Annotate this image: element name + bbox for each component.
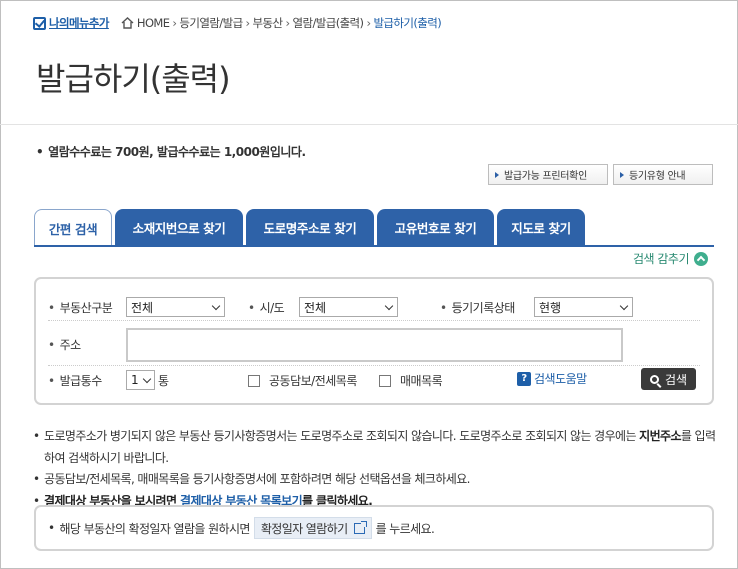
question-icon: ? [517,371,531,386]
checkbox-box [248,374,260,387]
copies-label: 발급통수 [48,372,103,389]
property-type-value: 전체 [131,300,154,315]
note-text: 도로명주소가 병기되지 않은 부동산 등기사항증명서는 도로명주소로 조회되지 … [44,429,640,443]
chevron-down-icon [211,301,221,311]
breadcrumb-separator: › [245,16,251,30]
breadcrumb-current: 발급하기(출력) [373,16,442,30]
breadcrumb-registry[interactable]: 등기열람/발급 [179,15,243,31]
external-link-icon [353,520,367,534]
hide-search-label: 검색 감추기 [633,252,690,266]
printer-check-label: 발급가능 프린터확인 [504,171,587,182]
sale-list-checkbox[interactable]: 매매목록 [379,372,443,389]
fixed-date-text: 해당 부동산의 확정일자 열람을 원하시면 [59,521,250,536]
tab-underline [34,245,714,247]
arrow-right-icon [495,171,499,178]
chevron-down-icon [142,374,152,384]
search-tabs: 간편 검색 소재지번으로 찾기 도로명주소로 찾기 고유번호로 찾기 지도로 찾… [34,209,588,247]
tab-label: 소재지번으로 찾기 [132,221,226,236]
tab-unique-number[interactable]: 고유번호로 찾기 [377,209,494,246]
sale-list-label: 매매목록 [400,374,443,388]
registry-type-guide-button[interactable]: 등기유형 안내 [613,164,713,185]
chevron-down-icon [384,301,394,311]
record-status-select[interactable]: 현행 [534,297,633,317]
record-status-value: 현행 [539,300,562,315]
action-buttons: 발급가능 프린터확인 등기유형 안내 [488,164,713,185]
breadcrumb-view-issue[interactable]: 열람/발급(출력) [293,15,365,31]
copies-value: 1 [131,373,139,387]
joint-collateral-label: 공동담보/전세목록 [269,374,357,388]
search-help-label: 검색도움말 [534,372,587,386]
fixed-date-text-end: 를 누르세요. [375,521,435,536]
notes: 도로명주소가 병기되지 않은 부동산 등기사항증명서는 도로명주소로 조회되지 … [33,426,717,512]
tab-label: 간편 검색 [48,222,98,237]
province-label: 시/도 [248,299,285,316]
note-emphasis: 지번주소 [639,429,681,443]
fixed-date-button-label: 확정일자 열람하기 [260,521,348,536]
chevron-down-icon [619,301,629,311]
note-options: 공동담보/전세목록, 매매목록을 등기사항증명서에 포함하려면 해당 선택옵션을… [33,469,717,491]
breadcrumb-separator: › [285,16,291,30]
search-panel: 부동산구분 전체 시/도 전체 등기기록상태 현행 주소 발급통수 1 통 공동… [34,277,714,405]
title-divider [0,124,738,125]
fixed-date-notice: • 해당 부동산의 확정일자 열람을 원하시면 확정일자 열람하기 를 누르세요… [34,505,714,551]
search-help-button[interactable]: ? 검색도움말 [517,370,587,387]
breadcrumb: HOME › 등기열람/발급 › 부동산 › 열람/발급(출력) › 발급하기(… [121,15,442,31]
search-button[interactable]: 검색 [641,368,696,390]
page-title: 발급하기(출력) [36,60,231,98]
tab-label: 지도로 찾기 [511,221,571,236]
copies-unit: 통 [158,374,170,388]
checkbox-icon [33,16,46,30]
tab-label: 도로명주소로 찾기 [263,221,357,236]
address-label: 주소 [48,336,82,353]
registry-type-guide-label: 등기유형 안내 [629,171,686,182]
breadcrumb-home[interactable]: HOME [137,16,170,30]
search-button-label: 검색 [664,372,688,387]
fixed-date-view-button[interactable]: 확정일자 열람하기 [253,517,372,539]
breadcrumb-separator: › [172,16,177,30]
top-nav: 나의메뉴추가 HOME › 등기열람/발급 › 부동산 › 열람/발급(출력) … [33,14,442,32]
tab-map[interactable]: 지도로 찾기 [497,209,585,246]
chevron-up-icon [694,251,709,266]
search-icon [649,374,659,384]
breadcrumb-real-estate[interactable]: 부동산 [253,15,284,31]
tab-simple-search[interactable]: 간편 검색 [34,209,112,247]
my-menu-add-link[interactable]: 나의메뉴추가 [33,15,109,31]
record-status-label: 등기기록상태 [440,299,516,316]
bullet: • [48,521,55,535]
search-row-address: 주소 [48,324,700,366]
province-select[interactable]: 전체 [299,297,398,317]
copies-select[interactable]: 1 [126,370,155,390]
search-row-filters: 부동산구분 전체 시/도 전체 등기기록상태 현행 [48,295,700,321]
arrow-right-icon [620,171,624,178]
home-icon [121,17,134,29]
printer-check-button[interactable]: 발급가능 프린터확인 [488,164,608,185]
tab-lot-number[interactable]: 소재지번으로 찾기 [115,209,243,246]
tab-road-address[interactable]: 도로명주소로 찾기 [246,209,374,246]
tab-label: 고유번호로 찾기 [394,221,477,236]
breadcrumb-separator: › [366,16,371,30]
checkbox-box [379,374,391,387]
property-type-select[interactable]: 전체 [126,297,225,317]
note-road-address: 도로명주소가 병기되지 않은 부동산 등기사항증명서는 도로명주소로 조회되지 … [33,426,717,469]
my-menu-label: 나의메뉴추가 [49,16,109,30]
joint-collateral-checkbox[interactable]: 공동담보/전세목록 [248,372,357,389]
search-row-options: 발급통수 1 통 공동담보/전세목록 매매목록 ? 검색도움말 검색 [48,367,700,397]
hide-search-toggle[interactable]: 검색 감추기 [633,250,709,267]
address-input[interactable] [126,328,623,362]
province-value: 전체 [304,300,327,315]
property-type-label: 부동산구분 [48,299,113,316]
fee-notice: 열람수수료는 700원, 발급수수료는 1,000원입니다. [36,143,306,160]
